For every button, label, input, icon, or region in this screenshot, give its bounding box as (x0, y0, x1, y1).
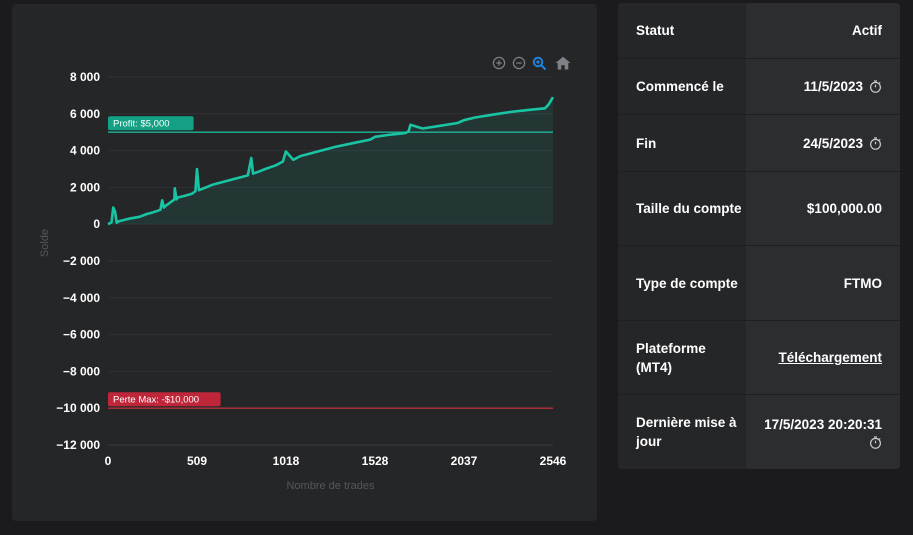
home-icon (555, 56, 571, 70)
chart-toolbar (491, 55, 571, 71)
timer-icon (869, 80, 882, 93)
info-label: Plateforme (MT4) (618, 321, 746, 394)
info-value-cell: 24/5/2023 (746, 115, 900, 171)
x-tick-label: 1528 (362, 454, 389, 468)
y-tick-label: −4 000 (63, 291, 100, 305)
balance-chart-card: Profit: $5,000 Perte Max: -$10,000 8 000 6… (12, 4, 597, 521)
info-label: Statut (618, 3, 746, 58)
info-row-account-size: Taille du compte $100,000.00 (618, 172, 900, 246)
info-value: 11/5/2023 (803, 79, 863, 94)
info-value: 24/5/2023 (802, 135, 863, 151)
y-axis-title: Solde (39, 229, 51, 257)
info-row-start-date: Commencé le 11/5/2023 (618, 59, 900, 115)
timer-icon (869, 436, 882, 449)
info-row-last-update: Dernière mise à jour 17/5/2023 20:20:31 (618, 395, 900, 469)
info-label: Fin (618, 115, 746, 171)
info-row-status: Statut Actif (618, 3, 900, 59)
zoom-in-button[interactable] (491, 55, 507, 71)
info-label: Dernière mise à jour (618, 395, 746, 469)
magnifier-icon (532, 56, 546, 70)
balance-chart: Profit: $5,000 Perte Max: -$10,000 8 000 6… (39, 70, 567, 492)
info-row-account-type: Type de compte FTMO (618, 246, 900, 321)
info-label: Type de compte (618, 246, 746, 320)
info-label: Commencé le (618, 59, 746, 114)
zoom-out-button[interactable] (511, 55, 527, 71)
y-tick-label: −6 000 (63, 328, 100, 342)
x-tick-label: 2037 (451, 454, 478, 468)
timer-icon (869, 136, 882, 150)
y-tick-label: −8 000 (63, 364, 100, 378)
info-value-cell: Téléchargement (746, 321, 900, 394)
info-label: Taille du compte (618, 172, 746, 245)
zoom-in-icon (492, 56, 506, 70)
info-value: FTMO (746, 246, 900, 320)
y-tick-label: 2 000 (70, 180, 100, 194)
info-value-cell: 11/5/2023 (746, 59, 900, 114)
x-tick-label: 1018 (273, 454, 300, 468)
info-value: 17/5/2023 20:20:31 (764, 417, 882, 432)
x-tick-label: 2546 (540, 454, 567, 468)
y-tick-label: −10 000 (56, 401, 100, 415)
x-tick-label: 509 (187, 454, 207, 468)
y-tick-label: 0 (93, 217, 100, 231)
account-info-table: Statut Actif Commencé le 11/5/2023 Fin 2… (618, 3, 900, 469)
zoom-out-icon (512, 56, 526, 70)
profit-target-label: Profit: $5,000 (113, 119, 170, 130)
x-axis-title: Nombre de trades (286, 480, 375, 492)
y-tick-label: 4 000 (70, 144, 100, 158)
max-loss-label: Perte Max: -$10,000 (113, 395, 199, 406)
info-row-end-date: Fin 24/5/2023 (618, 115, 900, 172)
download-link[interactable]: Téléchargement (778, 348, 882, 367)
y-tick-label: 8 000 (70, 70, 100, 84)
y-tick-label: 6 000 (70, 107, 100, 121)
y-tick-label: −12 000 (56, 438, 100, 452)
y-tick-label: −2 000 (63, 254, 100, 268)
zoom-select-button[interactable] (531, 55, 547, 71)
info-value: Actif (746, 3, 900, 58)
info-value-cell: 17/5/2023 20:20:31 (746, 395, 900, 469)
info-value: $100,000.00 (746, 172, 900, 245)
reset-zoom-button[interactable] (555, 55, 571, 71)
info-row-platform: Plateforme (MT4) Téléchargement (618, 321, 900, 395)
x-tick-label: 0 (105, 454, 112, 468)
